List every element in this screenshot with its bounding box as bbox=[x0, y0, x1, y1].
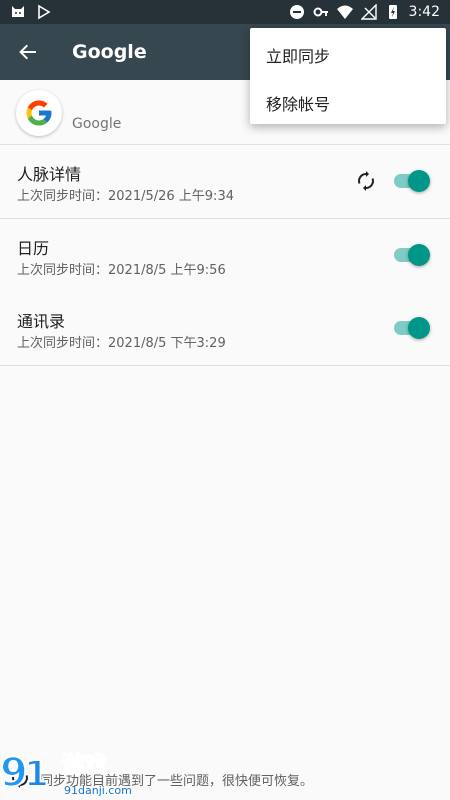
arrow-back-icon bbox=[19, 44, 36, 60]
sync-item-contacts[interactable]: 通讯录 上次同步时间：2021/8/5 下午3:29 bbox=[0, 292, 450, 366]
switch-thumb bbox=[408, 317, 430, 339]
watermark-logo: 9 1 游戏 91danji.com bbox=[0, 749, 132, 797]
switch-thumb bbox=[408, 170, 430, 192]
page-title: Google bbox=[72, 41, 147, 63]
battery-charging-icon bbox=[388, 5, 397, 19]
menu-item-remove-account[interactable]: 移除帐号 bbox=[266, 91, 330, 115]
sync-item-calendar[interactable]: 日历 上次同步时间：2021/8/5 上午9:56 bbox=[0, 219, 450, 293]
wifi-icon bbox=[336, 5, 353, 19]
sync-item-last-sync: 上次同步时间：2021/8/5 下午3:29 bbox=[17, 336, 226, 351]
watermark-brand: 游戏 bbox=[62, 752, 106, 778]
account-label: Google bbox=[72, 116, 122, 132]
sync-toggle-calendar[interactable] bbox=[394, 243, 430, 267]
sync-toggle-contacts[interactable] bbox=[394, 316, 430, 340]
sync-item-title: 人脉详情 bbox=[17, 165, 82, 184]
sync-item-last-sync: 上次同步时间：2021/8/5 上午9:56 bbox=[17, 263, 226, 278]
sync-item-title: 日历 bbox=[17, 239, 50, 258]
menu-item-sync-now[interactable]: 立即同步 bbox=[266, 43, 330, 67]
play-store-icon bbox=[38, 4, 51, 20]
sync-toggle-contacts-details[interactable] bbox=[394, 169, 430, 193]
status-bar: 3:42 bbox=[0, 0, 450, 24]
google-logo-icon bbox=[16, 90, 62, 136]
key-icon bbox=[313, 7, 328, 17]
watermark-site: 91danji.com bbox=[64, 784, 132, 797]
sync-item-title: 通讯录 bbox=[17, 312, 66, 331]
cat-icon bbox=[12, 6, 24, 17]
back-button[interactable] bbox=[0, 24, 56, 80]
no-signal-icon bbox=[360, 4, 377, 20]
overflow-menu: 立即同步 移除帐号 bbox=[250, 28, 446, 124]
watermark-number: 1 bbox=[24, 754, 49, 795]
sync-item-last-sync: 上次同步时间：2021/5/26 上午9:34 bbox=[17, 189, 234, 204]
do-not-disturb-icon bbox=[289, 5, 304, 19]
sync-item-contacts-details[interactable]: 人脉详情 上次同步时间：2021/5/26 上午9:34 bbox=[0, 145, 450, 219]
status-time: 3:42 bbox=[408, 4, 440, 20]
switch-thumb bbox=[408, 244, 430, 266]
sync-icon bbox=[358, 171, 374, 191]
